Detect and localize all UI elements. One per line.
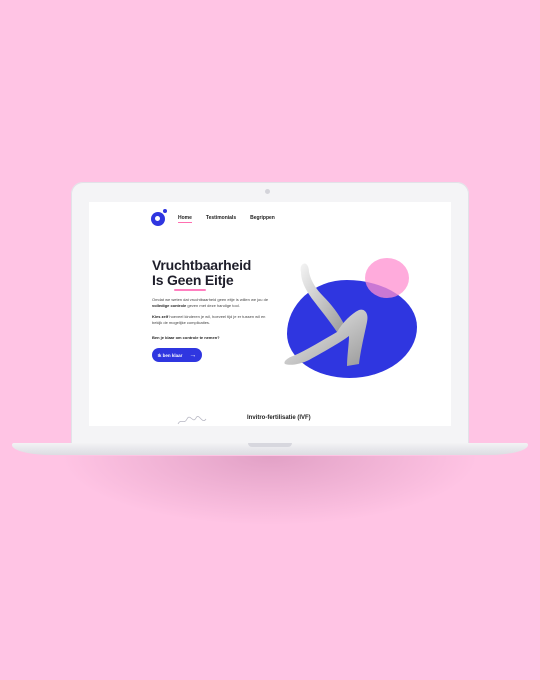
- nav-begrippen[interactable]: Begrippen: [250, 215, 275, 223]
- laptop-base: [12, 443, 528, 455]
- nav-home[interactable]: Home: [178, 215, 192, 223]
- laptop-notch: [248, 443, 292, 447]
- p2-bold: Kies zelf: [152, 314, 169, 319]
- hero-paragraph-1: Omdat we weten dat vruchtbaarheid geen e…: [152, 297, 272, 309]
- leg-left: [300, 263, 345, 332]
- p1-bold: volledige controle: [152, 303, 187, 308]
- hero-title-line2: Is Geen Eitje: [152, 272, 234, 288]
- hero-question: Ben je klaar om controle te nemen?: [152, 335, 220, 340]
- nav-testimonials[interactable]: Testimonials: [206, 215, 236, 223]
- p1-post: geven met deze handige tool.: [186, 303, 240, 308]
- hero-title: Vruchtbaarheid Is Geen Eitje: [152, 258, 251, 288]
- camera-icon: [265, 189, 270, 194]
- cta-button[interactable]: Ik ben klaar →: [152, 348, 202, 362]
- hero-paragraph-2: Kies zelf hoeveel kinderen je wil, hoeve…: [152, 314, 272, 326]
- website-screen: Home Testimonials Begrippen Vruchtbaarhe…: [89, 202, 451, 426]
- main-nav: Home Testimonials Begrippen: [178, 215, 275, 223]
- hero-title-line1: Vruchtbaarheid: [152, 257, 252, 273]
- logo-accent-dot: [163, 209, 167, 213]
- section-heading-ivf: Invitro-fertilisatie (IVF): [247, 415, 311, 421]
- cta-label: Ik ben klaar: [157, 352, 183, 358]
- p1-pre: Omdat we weten dat vruchtbaarheid geen e…: [152, 297, 269, 302]
- heart-logo-icon[interactable]: [151, 212, 165, 226]
- laptop-shadow: [60, 456, 480, 526]
- leg-right: [284, 309, 368, 366]
- illustration-sketch-icon: [177, 416, 207, 425]
- title-underline-accent: [174, 289, 206, 291]
- laptop-lid: Home Testimonials Begrippen Vruchtbaarhe…: [71, 182, 469, 444]
- logo-dot: [155, 216, 160, 221]
- p2-post: hoeveel kinderen je wil, hoeveel tijd je…: [152, 314, 266, 325]
- legs-illustration: [284, 263, 368, 366]
- arrow-right-icon: →: [189, 351, 197, 359]
